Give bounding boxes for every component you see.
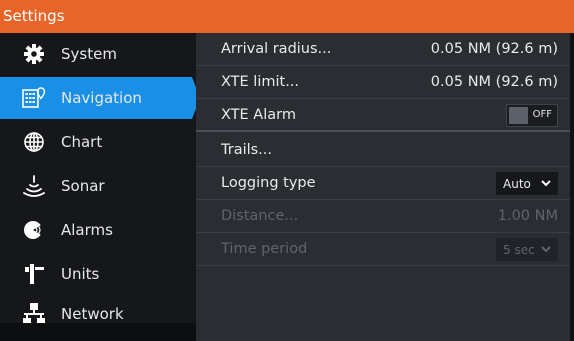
- logging-type-label: Logging type: [221, 175, 316, 191]
- time-period-select: 5 sec: [496, 238, 558, 261]
- title-bar: Settings: [0, 0, 574, 33]
- trails-row[interactable]: Trails...: [196, 134, 570, 167]
- sidebar-item-label: Navigation: [61, 89, 142, 107]
- chevron-down-icon: [541, 246, 551, 253]
- sidebar-item-sonar[interactable]: Sonar: [0, 165, 196, 207]
- time-period-value: 5 sec: [503, 242, 535, 257]
- time-period-label: Time period: [221, 241, 308, 257]
- toggle-state-text: OFF: [532, 109, 552, 120]
- sidebar-footer: [0, 323, 196, 341]
- distance-row: Distance... 1.00 NM: [196, 200, 570, 233]
- sidebar-item-chart[interactable]: Chart: [0, 121, 196, 163]
- distance-label: Distance...: [221, 208, 299, 224]
- window-title: Settings: [3, 7, 65, 25]
- sidebar-item-label: Network: [61, 305, 124, 323]
- sonar-icon: [22, 174, 46, 198]
- time-period-row: Time period 5 sec: [196, 233, 570, 266]
- sidebar-item-alarms[interactable]: Alarms: [0, 209, 196, 251]
- units-icon: [22, 262, 46, 286]
- logging-type-value: Auto: [503, 176, 531, 191]
- sidebar-item-navigation[interactable]: Navigation: [0, 77, 200, 119]
- sidebar-item-units[interactable]: Units: [0, 253, 196, 295]
- sidebar: System Navigation Chart Sonar Alarms Uni…: [0, 33, 200, 341]
- sidebar-item-label: Chart: [61, 133, 103, 151]
- xte-limit-row[interactable]: XTE limit... 0.05 NM (92.6 m): [196, 66, 570, 99]
- logging-type-row: Logging type Auto: [196, 167, 570, 200]
- trails-label: Trails...: [221, 142, 273, 158]
- distance-value: 1.00 NM: [497, 208, 558, 224]
- gear-icon: [22, 42, 46, 66]
- sidebar-item-label: Alarms: [61, 221, 113, 239]
- sidebar-item-label: Sonar: [61, 177, 105, 195]
- sidebar-item-label: Units: [61, 265, 100, 283]
- xte-alarm-label: XTE Alarm: [221, 106, 296, 123]
- settings-panel: Arrival radius... 0.05 NM (92.6 m) XTE l…: [196, 33, 570, 341]
- chevron-down-icon: [541, 180, 551, 187]
- arrival-radius-label: Arrival radius...: [221, 41, 332, 57]
- alarm-icon: [22, 218, 46, 242]
- right-edge: [570, 33, 574, 341]
- xte-limit-value: 0.05 NM (92.6 m): [430, 74, 558, 90]
- toggle-knob: [509, 107, 528, 124]
- sidebar-item-system[interactable]: System: [0, 33, 196, 75]
- xte-alarm-row: XTE Alarm OFF: [196, 99, 570, 132]
- logging-type-select[interactable]: Auto: [496, 172, 558, 195]
- xte-alarm-toggle[interactable]: OFF: [506, 104, 558, 127]
- sidebar-item-label: System: [61, 45, 117, 63]
- navigation-icon: [22, 86, 46, 110]
- globe-icon: [22, 130, 46, 154]
- arrival-radius-row[interactable]: Arrival radius... 0.05 NM (92.6 m): [196, 33, 570, 66]
- arrival-radius-value: 0.05 NM (92.6 m): [430, 41, 558, 57]
- xte-limit-label: XTE limit...: [221, 74, 300, 90]
- settings-window: Settings System Navigation Chart Sonar A…: [0, 0, 574, 341]
